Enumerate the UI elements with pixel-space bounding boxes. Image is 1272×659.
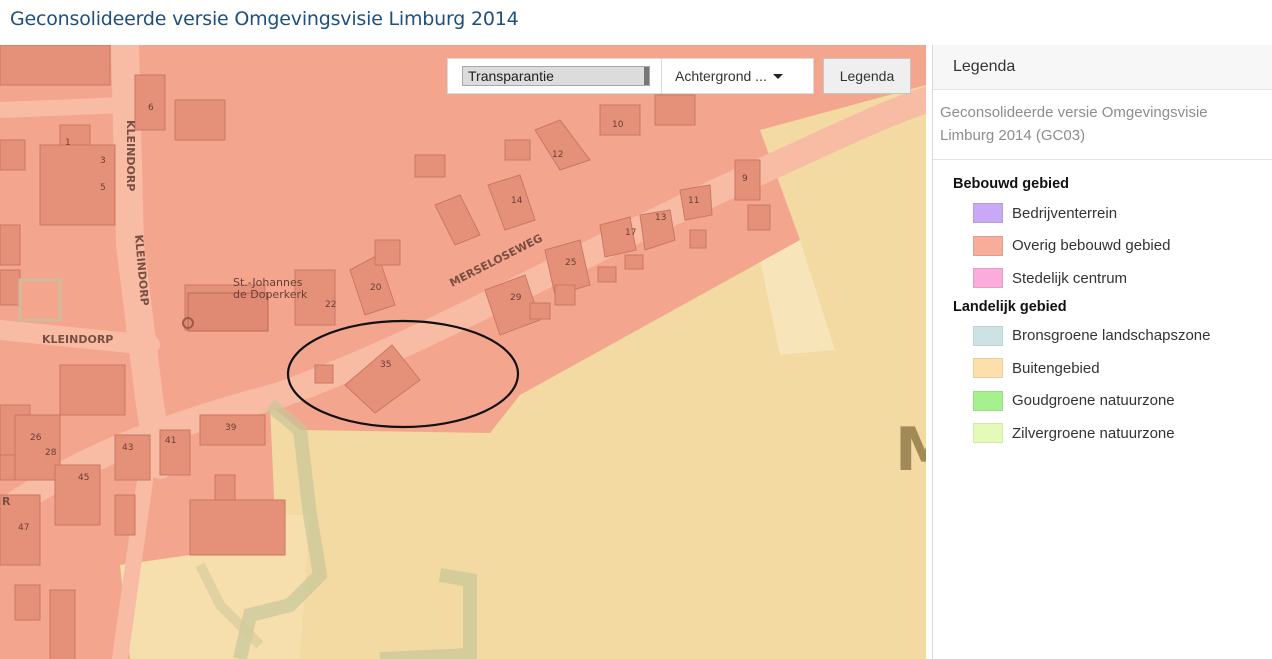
edge-letter-m: M xyxy=(895,415,926,485)
legend-swatch xyxy=(973,235,1003,256)
house-number: 9 xyxy=(742,174,748,184)
house-number: 11 xyxy=(688,196,699,206)
caret-down-icon xyxy=(772,73,783,79)
house-number: 47 xyxy=(18,523,29,533)
legend-label: Buitengebied xyxy=(1012,359,1100,377)
house-number: 1 xyxy=(65,138,71,148)
background-dropdown[interactable]: Achtergrond ... xyxy=(662,58,814,94)
house-number: 10 xyxy=(612,120,624,130)
legend-item-bronsgroene-landschapszone: Bronsgroene landschapszone xyxy=(973,320,1272,353)
transparency-control: Transparantie xyxy=(447,58,662,94)
legend-label: Zilvergroene natuurzone xyxy=(1012,424,1175,442)
house-number: 3 xyxy=(100,156,106,166)
church-label-2: de Doperkerk xyxy=(233,288,308,301)
page-header: Geconsolideerde versie Omgevingsvisie Li… xyxy=(0,0,1272,45)
house-number: 28 xyxy=(45,448,57,458)
house-number: 17 xyxy=(625,228,636,238)
transparency-label: Transparantie xyxy=(468,68,554,84)
house-number: 26 xyxy=(30,433,42,443)
legend-swatch xyxy=(973,423,1003,444)
house-number: 14 xyxy=(511,196,523,206)
legend-label: Overig bebouwd gebied xyxy=(1012,237,1171,255)
legend-item-bedrijventerrein: Bedrijventerrein xyxy=(973,197,1272,230)
house-number: 43 xyxy=(122,443,133,453)
map-canvas[interactable]: KLEINDORP KLEINDORP KLEINDORP MERSELOSEW… xyxy=(0,45,926,659)
legend-body: Bebouwd gebied Bedrijventerrein Overig b… xyxy=(933,160,1272,450)
legend-item-buitengebied: Buitengebied xyxy=(973,352,1272,385)
square-marker xyxy=(18,278,62,322)
map-view[interactable]: KLEINDORP KLEINDORP KLEINDORP MERSELOSEW… xyxy=(0,45,926,659)
legend-swatch xyxy=(973,390,1003,411)
legend-label: Goudgroene natuurzone xyxy=(1012,392,1175,410)
house-number: 35 xyxy=(380,360,391,370)
legend-group-title: Landelijk gebied xyxy=(953,298,1067,315)
house-number: 41 xyxy=(165,436,176,446)
background-dropdown-label: Achtergrond ... xyxy=(675,68,767,84)
legend-header: Legenda xyxy=(933,45,1272,90)
house-number: 5 xyxy=(100,183,106,193)
legend-label: Bedrijventerrein xyxy=(1012,204,1118,222)
legend-item-stedelijk-centrum: Stedelijk centrum xyxy=(973,262,1272,295)
house-number: 25 xyxy=(565,258,576,268)
slider-thumb[interactable] xyxy=(644,67,649,85)
legend-label: Bronsgroene landschapszone xyxy=(1012,327,1211,345)
house-number: 22 xyxy=(325,300,336,310)
street-label-kleindorp-3: KLEINDORP xyxy=(42,333,113,346)
house-number: 39 xyxy=(225,423,237,433)
house-number: 12 xyxy=(552,150,563,160)
legend-label: Stedelijk centrum xyxy=(1012,269,1128,287)
transparency-slider[interactable]: Transparantie xyxy=(462,66,650,86)
legend-item-overig-bebouwd-gebied: Overig bebouwd gebied xyxy=(973,230,1272,263)
legend-swatch xyxy=(973,325,1003,346)
legend-subtitle: Geconsolideerde versie Omgevingsvisie Li… xyxy=(933,90,1272,160)
legend-item-zilvergroene-natuurzone: Zilvergroene natuurzone xyxy=(973,417,1272,450)
legend-item-goudgroene-natuurzone: Goudgroene natuurzone xyxy=(973,385,1272,418)
house-number: 20 xyxy=(370,283,382,293)
map-toolbar: Transparantie Achtergrond ... Legenda xyxy=(447,58,911,94)
street-label-kleindorp-1: KLEINDORP xyxy=(124,120,137,191)
legend-group-title: Bebouwd gebied xyxy=(953,176,1069,192)
house-number: 29 xyxy=(510,293,522,303)
legend-button[interactable]: Legenda xyxy=(823,58,911,94)
house-number: 45 xyxy=(78,473,89,483)
legend-panel: Legenda Geconsolideerde versie Omgevings… xyxy=(932,45,1272,659)
legend-swatch xyxy=(973,203,1003,224)
edge-letter-r: R xyxy=(2,495,11,508)
house-number: 13 xyxy=(655,213,666,223)
page-title: Geconsolideerde versie Omgevingsvisie Li… xyxy=(10,8,519,30)
legend-swatch xyxy=(973,358,1003,379)
legend-swatch xyxy=(973,268,1003,289)
house-number: 6 xyxy=(148,103,154,113)
